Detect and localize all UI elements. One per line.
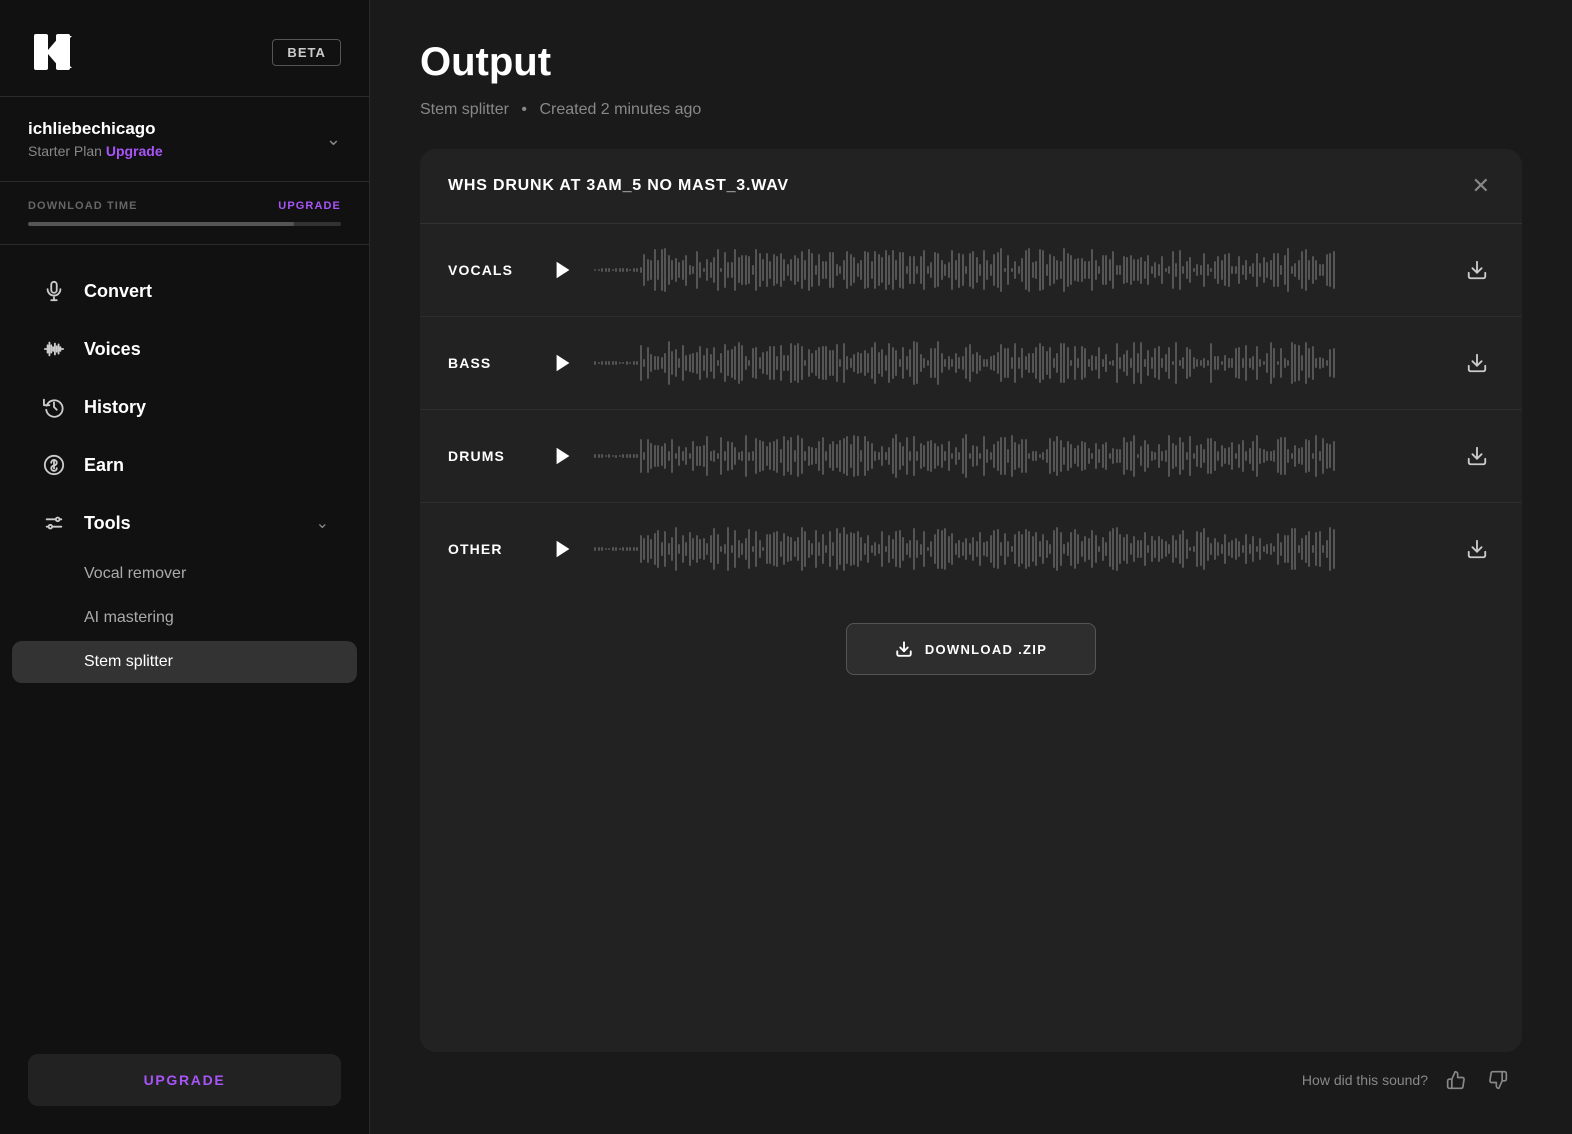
dollar-icon (40, 451, 68, 479)
vocals-label: VOCALS (448, 262, 548, 278)
user-chevron-icon: ⌄ (326, 129, 341, 150)
drums-waveform (594, 432, 1444, 480)
vocals-download-button[interactable] (1460, 253, 1494, 287)
feedback-bar: How did this sound? (420, 1052, 1522, 1094)
page-subtitle: Stem splitter • Created 2 minutes ago (420, 101, 1522, 119)
convert-label: Convert (84, 281, 329, 302)
nav-items: Convert Voices (0, 245, 369, 1038)
upgrade-btn-wrapper: UPGRADE (0, 1038, 369, 1134)
download-zip-label: DOWNLOAD .ZIP (925, 642, 1047, 657)
download-zip-section: DOWNLOAD .ZIP (420, 595, 1522, 703)
sidebar: BETA ichliebechicago Starter Plan Upgrad… (0, 0, 370, 1134)
sidebar-item-vocal-remover[interactable]: Vocal remover (12, 553, 357, 595)
history-icon (40, 393, 68, 421)
thumbs-down-button[interactable] (1484, 1066, 1512, 1094)
page-title: Output (420, 40, 1522, 85)
sidebar-item-convert[interactable]: Convert (12, 263, 357, 319)
subtitle-separator: • (521, 101, 527, 118)
bass-waveform (594, 339, 1444, 387)
beta-badge: BETA (272, 39, 341, 66)
vocals-waveform (594, 246, 1444, 294)
download-zip-button[interactable]: DOWNLOAD .ZIP (846, 623, 1096, 675)
waveform-icon (40, 335, 68, 363)
file-name: WHS DRUNK AT 3AM_5 NO MAST_3.WAV (448, 177, 789, 195)
sidebar-item-stem-splitter[interactable]: Stem splitter (12, 641, 357, 683)
other-download-button[interactable] (1460, 532, 1494, 566)
sidebar-item-ai-mastering[interactable]: AI mastering (12, 597, 357, 639)
drums-track-row: DRUMS (420, 410, 1522, 503)
tools-chevron-icon: ⌄ (316, 513, 329, 533)
user-info: ichliebechicago Starter Plan Upgrade (28, 119, 163, 159)
sidebar-item-voices[interactable]: Voices (12, 321, 357, 377)
bass-label: BASS (448, 355, 548, 371)
download-time-label: DOWNLOAD TIME (28, 200, 138, 212)
other-track-row: OTHER (420, 503, 1522, 595)
download-progress-bar (28, 222, 341, 226)
bass-play-button[interactable] (548, 348, 578, 378)
sidebar-item-tools[interactable]: Tools ⌄ (12, 495, 357, 551)
thumbs-up-button[interactable] (1442, 1066, 1470, 1094)
plan-upgrade-link[interactable]: Upgrade (106, 143, 163, 159)
main-content: Output Stem splitter • Created 2 minutes… (370, 0, 1572, 1134)
subtitle-tool: Stem splitter (420, 101, 509, 118)
drums-play-button[interactable] (548, 441, 578, 471)
tools-label: Tools (84, 513, 316, 534)
upgrade-button[interactable]: UPGRADE (28, 1054, 341, 1106)
vocals-play-button[interactable] (548, 255, 578, 285)
tools-icon (40, 509, 68, 537)
download-progress-fill (28, 222, 294, 226)
drums-download-button[interactable] (1460, 439, 1494, 473)
download-upgrade-label[interactable]: UPGRADE (278, 200, 341, 212)
earn-label: Earn (84, 455, 329, 476)
user-plan: Starter Plan Upgrade (28, 143, 163, 159)
download-time-section: DOWNLOAD TIME UPGRADE (0, 182, 369, 245)
sidebar-header: BETA (0, 0, 369, 97)
sidebar-item-history[interactable]: History (12, 379, 357, 435)
feedback-label: How did this sound? (1302, 1072, 1428, 1088)
sidebar-item-earn[interactable]: Earn (12, 437, 357, 493)
file-header: WHS DRUNK AT 3AM_5 NO MAST_3.WAV ✕ (420, 149, 1522, 224)
app-logo (28, 28, 76, 76)
other-play-button[interactable] (548, 534, 578, 564)
close-button[interactable]: ✕ (1468, 171, 1494, 201)
other-label: OTHER (448, 541, 548, 557)
bass-download-button[interactable] (1460, 346, 1494, 380)
user-section[interactable]: ichliebechicago Starter Plan Upgrade ⌄ (0, 97, 369, 182)
voices-label: Voices (84, 339, 329, 360)
drums-label: DRUMS (448, 448, 548, 464)
microphone-icon (40, 277, 68, 305)
history-label: History (84, 397, 329, 418)
user-name: ichliebechicago (28, 119, 163, 139)
bass-track-row: BASS (420, 317, 1522, 410)
other-waveform (594, 525, 1444, 573)
tools-sub-nav: Vocal remover AI mastering Stem splitter (0, 553, 369, 693)
output-card: WHS DRUNK AT 3AM_5 NO MAST_3.WAV ✕ VOCAL… (420, 149, 1522, 1052)
subtitle-time: Created 2 minutes ago (539, 101, 701, 118)
vocals-track-row: VOCALS (420, 224, 1522, 317)
